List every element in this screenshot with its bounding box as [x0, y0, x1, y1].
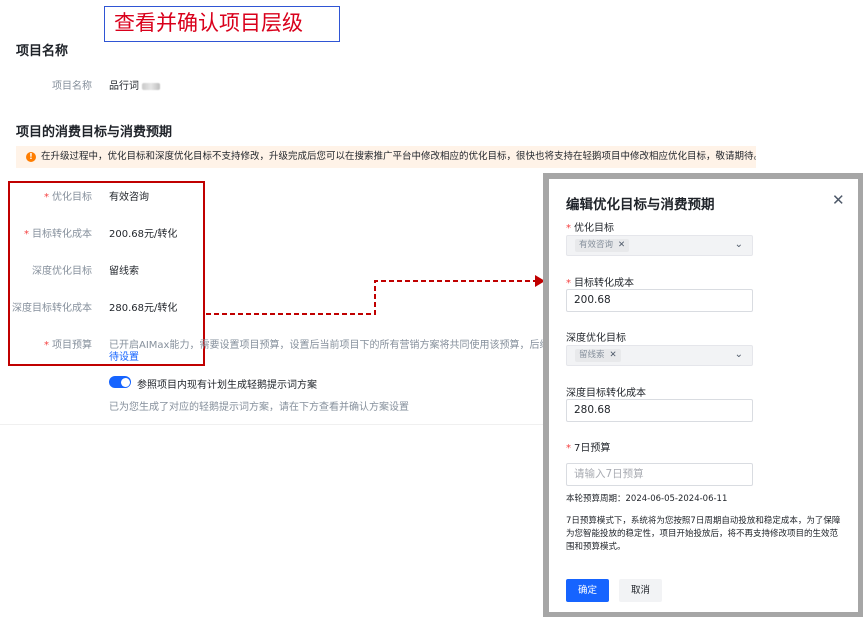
generate-plan-hint: 已为您生成了对应的轻鹅提示词方案，请在下方查看并确认方案设置 [109, 402, 409, 413]
deep-cost-value: 280.68元/转化 [109, 303, 178, 314]
section-divider [0, 424, 548, 425]
deep-goal-value: 留线索 [109, 266, 139, 277]
goal-select[interactable]: 有效咨询 ✕ ⌄ [566, 235, 753, 256]
budget-period-text: 本轮预算周期：2024-06-05-2024-06-11 [566, 494, 728, 504]
generate-plan-toggle[interactable] [109, 376, 131, 388]
tag-remove-icon[interactable]: ✕ [610, 350, 617, 360]
project-name-text: 品行词 [109, 81, 139, 92]
upgrade-warning-text: 在升级过程中，优化目标和深度优化目标不支持修改，升级完成后您可以在搜索推广平台中… [41, 151, 756, 162]
project-name-label: 项目名称 [52, 81, 92, 92]
modal-deep-goal-label: 深度优化目标 [566, 333, 626, 344]
deep-goal-select[interactable]: 留线索 ✕ ⌄ [566, 345, 753, 366]
deep-goal-label: 深度优化目标 [32, 266, 92, 277]
modal-goal-label: * 优化目标 [566, 223, 614, 234]
deep-cost-input[interactable]: 280.68 [566, 399, 753, 422]
edit-target-modal: 编辑优化目标与消费预期 ✕ * 优化目标 有效咨询 ✕ ⌄ * 目标转化成本 200.… [549, 179, 858, 612]
budget-setting-link[interactable]: 待设置 [109, 348, 139, 363]
targets-section-title: 项目的消费目标与消费预期 [16, 125, 173, 140]
budget-label: * 项目预算 [44, 340, 92, 351]
upgrade-warning-banner: ! 在升级过程中，优化目标和深度优化目标不支持修改，升级完成后您可以在搜索推广平台… [16, 146, 756, 168]
modal-budget-label: * 7日预算 [566, 443, 611, 454]
modal-cost-label: * 目标转化成本 [566, 278, 634, 289]
chevron-down-icon: ⌄ [734, 239, 743, 250]
seven-day-budget-input[interactable]: 请输入7日预算 [566, 463, 753, 486]
annotation-arrow [206, 275, 545, 315]
close-icon[interactable]: ✕ [832, 191, 845, 209]
modal-deep-cost-label: 深度目标转化成本 [566, 388, 646, 399]
target-cost-label: * 目标转化成本 [24, 229, 92, 240]
warning-icon: ! [26, 151, 36, 162]
annotation-title: 查看并确认项目层级 [104, 6, 340, 42]
goal-tag: 有效咨询 ✕ [575, 239, 630, 252]
budget-description: 已开启AIMax能力，需要设置项目预算，设置后当前项目下的所有营销方案将共同使用… [109, 340, 543, 351]
deep-goal-tag: 留线索 ✕ [575, 349, 621, 362]
target-cost-value: 200.68元/转化 [109, 229, 178, 240]
goal-label: * 优化目标 [44, 192, 92, 203]
cancel-button[interactable]: 取消 [619, 579, 662, 602]
chevron-down-icon: ⌄ [734, 349, 743, 360]
modal-title: 编辑优化目标与消费预期 [566, 197, 715, 213]
project-name-section-title: 项目名称 [16, 44, 69, 59]
redacted-mark [142, 82, 160, 90]
goal-value: 有效咨询 [109, 192, 149, 203]
project-name-value: 品行词 [109, 77, 160, 92]
deep-cost-label: 深度目标转化成本 [12, 303, 92, 314]
confirm-button[interactable]: 确定 [566, 579, 609, 602]
generate-plan-toggle-label: 参照项目内现有计划生成轻鹅提示词方案 [137, 380, 317, 391]
tag-remove-icon[interactable]: ✕ [618, 240, 625, 250]
target-cost-input[interactable]: 200.68 [566, 289, 753, 312]
budget-mode-note: 7日预算模式下，系统将为您按照7日周期自动投放和稳定成本，为了保障为您智能投放的… [566, 516, 841, 552]
